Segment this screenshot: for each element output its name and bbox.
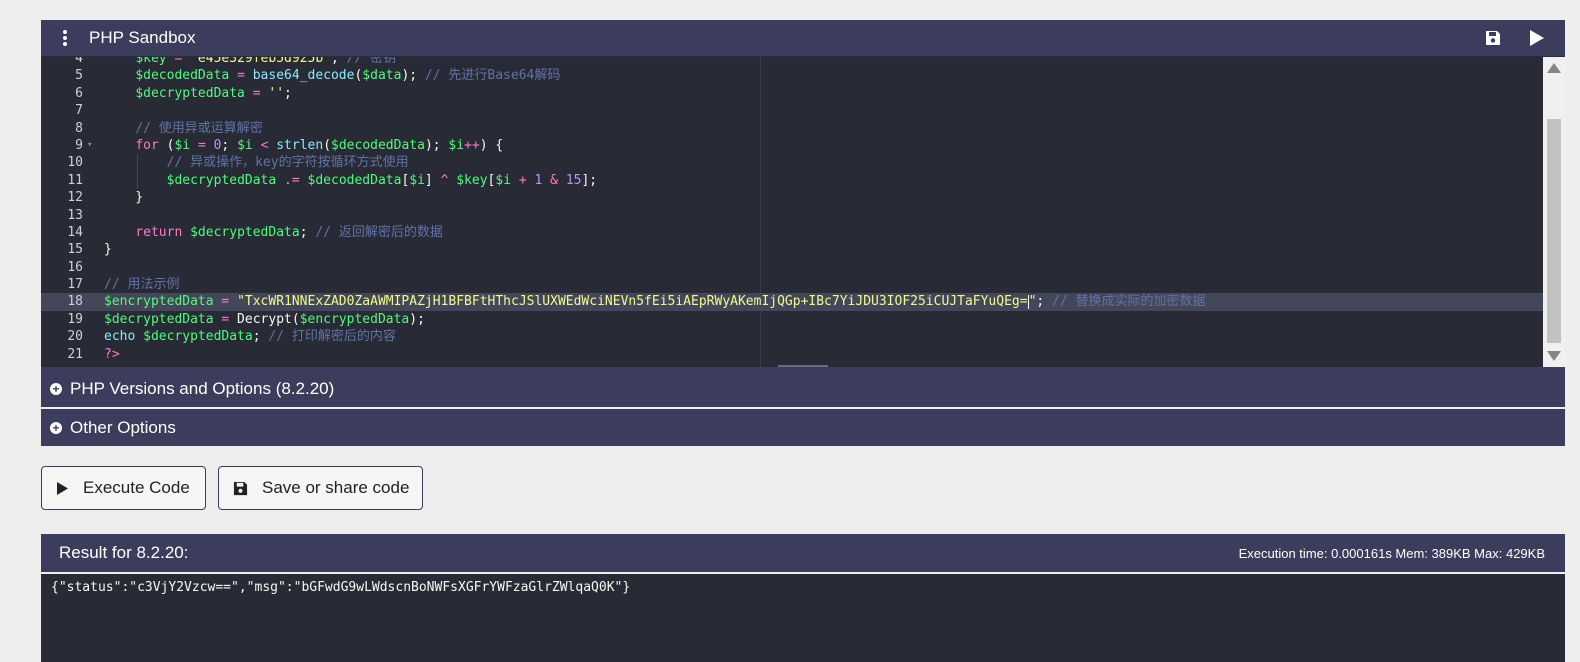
line-code: $decryptedData = ''; bbox=[135, 85, 292, 101]
result-header: Result for 8.2.20: Execution time: 0.000… bbox=[41, 534, 1565, 572]
save-share-button[interactable]: Save or share code bbox=[218, 466, 423, 510]
other-options-label: Other Options bbox=[70, 417, 176, 437]
line-number: 21 bbox=[67, 346, 83, 362]
code-line[interactable]: 11 $decryptedData .= $decodedData[$i] ^ … bbox=[41, 171, 1543, 190]
play-icon[interactable] bbox=[1521, 20, 1553, 56]
line-code: } bbox=[104, 190, 144, 206]
line-code: ?> bbox=[104, 346, 120, 362]
result-output: {"status":"c3VjY2Vzcw==","msg":"bGFwdG9w… bbox=[41, 572, 1565, 662]
sandbox-header: PHP Sandbox bbox=[41, 20, 1565, 57]
plus-circle-icon: + bbox=[50, 382, 62, 395]
indent-guide bbox=[137, 154, 138, 172]
line-number: 17 bbox=[67, 277, 83, 293]
code-line[interactable]: 12 } bbox=[41, 189, 1543, 206]
scroll-down-arrow-icon[interactable] bbox=[1547, 351, 1561, 361]
resize-handle[interactable] bbox=[778, 365, 828, 367]
line-code: // 用法示例 bbox=[104, 277, 180, 293]
line-number: 7 bbox=[75, 103, 83, 119]
line-code: echo $decryptedData; // 打印解密后的内容 bbox=[104, 329, 396, 345]
result-section: Result for 8.2.20: Execution time: 0.000… bbox=[41, 534, 1565, 662]
save-icon[interactable] bbox=[1477, 20, 1509, 56]
line-code: $decodedData = base64_decode($data); // … bbox=[135, 68, 561, 84]
code-line[interactable]: 19 $decryptedData = Decrypt($encryptedDat… bbox=[41, 311, 1543, 328]
other-options-panel[interactable]: + Other Options bbox=[41, 409, 1565, 448]
line-number: 10 bbox=[67, 155, 83, 171]
line-number: 12 bbox=[67, 190, 83, 206]
code-line[interactable]: 6 $decryptedData = ''; bbox=[41, 85, 1543, 102]
line-number: 6 bbox=[75, 85, 83, 101]
code-line[interactable]: 9 ▾ for ($i = 0; $i < strlen($decodedData… bbox=[41, 137, 1543, 154]
line-number: 20 bbox=[67, 329, 83, 345]
line-number: 4 bbox=[75, 57, 83, 66]
code-line[interactable]: 18 $encryptedData = "TxcWR1NNExZAD0ZaAWMI… bbox=[41, 293, 1543, 311]
save-icon bbox=[233, 481, 248, 496]
execute-code-button[interactable]: Execute Code bbox=[41, 466, 206, 510]
line-code: $decryptedData = Decrypt($encryptedData)… bbox=[104, 311, 425, 327]
line-code: for ($i = 0; $i < strlen($decodedData); … bbox=[135, 137, 504, 153]
action-buttons: Execute Code Save or share code bbox=[41, 466, 1565, 510]
line-number: 9 bbox=[75, 137, 83, 153]
line-number: 18 bbox=[67, 294, 83, 310]
code-line[interactable]: 4 $key = "e45e329feb5d925b"; // 密钥 bbox=[41, 57, 1543, 67]
play-icon bbox=[56, 481, 69, 496]
line-number: 5 bbox=[75, 68, 83, 84]
page-title: PHP Sandbox bbox=[89, 28, 196, 47]
indent-guide bbox=[137, 171, 138, 190]
fold-arrow-icon[interactable]: ▾ bbox=[87, 137, 92, 154]
line-code: return $decryptedData; // 返回解密后的数据 bbox=[135, 224, 443, 240]
code-lines[interactable]: 4 $key = "e45e329feb5d925b"; // 密钥 5 $dec… bbox=[41, 57, 1543, 363]
execute-code-label: Execute Code bbox=[83, 478, 190, 497]
php-versions-panel[interactable]: + PHP Versions and Options (8.2.20) bbox=[41, 370, 1565, 409]
scroll-up-arrow-icon[interactable] bbox=[1547, 63, 1561, 73]
save-share-label: Save or share code bbox=[262, 478, 410, 497]
scrollbar-thumb[interactable] bbox=[1547, 119, 1561, 343]
code-line[interactable]: 14 return $decryptedData; // 返回解密后的数据 bbox=[41, 224, 1543, 241]
line-number: 14 bbox=[67, 224, 83, 240]
code-line[interactable]: 8 // 使用异或运算解密 bbox=[41, 120, 1543, 137]
line-code: // 异或操作，key的字符按循环方式使用 bbox=[166, 155, 409, 171]
line-number: 8 bbox=[75, 120, 83, 136]
code-line[interactable]: 16 bbox=[41, 259, 1543, 276]
line-number: 15 bbox=[67, 242, 83, 258]
php-versions-label: PHP Versions and Options (8.2.20) bbox=[70, 378, 335, 398]
line-number: 13 bbox=[67, 207, 83, 223]
vertical-scrollbar[interactable] bbox=[1543, 57, 1565, 367]
code-line[interactable]: 7 bbox=[41, 102, 1543, 119]
php-sandbox: PHP Sandbox 4 $key = "e45e329feb5d925b";… bbox=[41, 20, 1565, 662]
code-line[interactable]: 17 // 用法示例 bbox=[41, 276, 1543, 293]
line-code: // 使用异或运算解密 bbox=[135, 120, 263, 136]
plus-circle-icon: + bbox=[50, 421, 62, 434]
result-title: Result for 8.2.20: bbox=[59, 543, 189, 562]
code-line[interactable]: 5 $decodedData = base64_decode($data); /… bbox=[41, 67, 1543, 84]
line-code: $decryptedData .= $decodedData[$i] ^ $ke… bbox=[166, 172, 598, 188]
code-editor[interactable]: 4 $key = "e45e329feb5d925b"; // 密钥 5 $dec… bbox=[41, 57, 1565, 370]
line-number: 16 bbox=[67, 259, 83, 275]
line-number: 19 bbox=[67, 311, 83, 327]
line-code: $key = "e45e329feb5d925b"; // 密钥 bbox=[135, 57, 397, 66]
code-line[interactable]: 21 ?> bbox=[41, 346, 1543, 363]
code-line[interactable]: 15} bbox=[41, 241, 1543, 258]
line-code: } bbox=[104, 242, 112, 258]
more-vertical-icon[interactable] bbox=[41, 30, 89, 46]
code-line[interactable]: 20 echo $decryptedData; // 打印解密后的内容 bbox=[41, 328, 1543, 345]
execution-stats: Execution time: 0.000161s Mem: 389KB Max… bbox=[1238, 545, 1545, 561]
line-code: $encryptedData = "TxcWR1NNExZAD0ZaAWMIPA… bbox=[104, 294, 1206, 310]
code-line[interactable]: 10 // 异或操作，key的字符按循环方式使用 bbox=[41, 154, 1543, 172]
code-line[interactable]: 13 bbox=[41, 207, 1543, 224]
line-number: 11 bbox=[67, 172, 83, 188]
